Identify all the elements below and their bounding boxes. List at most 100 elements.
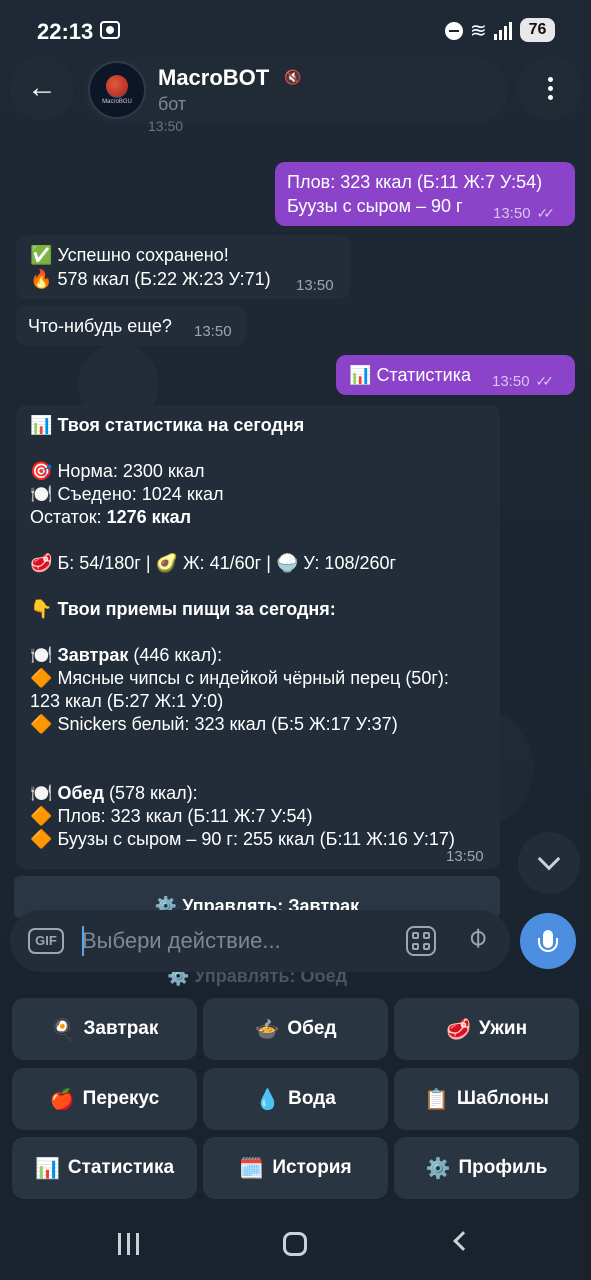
stats-protein: Б: 54/180г [57, 553, 141, 573]
chevron-down-icon [537, 847, 561, 871]
chart-icon: 📊 [349, 365, 372, 385]
lunch-item: Буузы с сыром – 90 г: 255 ккал (Б:11 Ж:1… [57, 829, 455, 849]
message-outgoing[interactable]: 📊 Статистика 13:50 ✓✓ [336, 355, 575, 395]
fire-icon: 🔥 [30, 269, 53, 289]
scroll-down-button[interactable] [518, 832, 580, 894]
recents-icon[interactable] [118, 1233, 140, 1255]
avatar-caption: MacroBGU [102, 99, 132, 105]
stats-norm: Норма: 2300 ккал [57, 461, 205, 481]
calendar-icon: 🗓️ [239, 1157, 265, 1180]
breakfast-item: Snickers белый: 323 ккал (Б:5 Ж:17 У:37) [57, 714, 398, 734]
clipboard-icon: 📋 [424, 1088, 449, 1111]
gif-button[interactable]: GIF [28, 928, 64, 954]
soup-icon: 🍲 [254, 1018, 280, 1041]
meat-icon: 🥩 [30, 553, 53, 573]
stats-eaten: Съедено: 1024 ккал [57, 484, 224, 504]
message-text: 578 ккал (Б:22 Ж:23 У:71) [57, 269, 271, 289]
paperclip-icon[interactable]: ⌀ [459, 919, 494, 954]
wifi-icon: ≋ [470, 20, 487, 42]
more-vertical-icon [547, 76, 553, 82]
message-time: 13:50 ✓✓ [493, 205, 556, 222]
breakfast-name: Завтрак [57, 645, 129, 665]
avocado-icon: 🥑 [155, 553, 178, 573]
pointing-down-icon: 👇 [30, 599, 53, 619]
check-mark-icon: ✅ [30, 245, 53, 265]
frying-pan-icon: 🍳 [50, 1018, 76, 1041]
plate-icon: 🍽️ [30, 484, 53, 504]
stats-rest-label: Остаток: [30, 507, 107, 527]
apple-icon: 🍎 [49, 1088, 75, 1111]
message-text: Плов: 323 ккал (Б:11 Ж:7 У:54) [287, 172, 543, 192]
back-button[interactable]: ← [10, 56, 74, 120]
lunch-kcal: (578 ккал): [104, 783, 198, 803]
breakfast-kcal: (446 ккал): [128, 645, 223, 665]
reply-button-profile[interactable]: ⚙️ Профиль [394, 1137, 579, 1199]
stats-fat: Ж: 41/60г [183, 553, 262, 573]
stats-title: Твоя статистика на сегодня [57, 415, 305, 435]
target-icon: 🎯 [30, 461, 53, 481]
message-text: Успешно сохранено! [57, 245, 229, 265]
water-drop-icon: 💧 [255, 1088, 281, 1111]
reply-button-dinner[interactable]: 🥩 Ужин [394, 998, 579, 1060]
meals-title: Твои приемы пищи за сегодня: [57, 599, 336, 619]
message-input[interactable] [82, 924, 382, 958]
message-text: Буузы с сыром – 90 г [287, 196, 463, 216]
message-text: Что-нибудь еще? [28, 316, 172, 336]
battery-indicator: 76 [520, 18, 555, 42]
diamond-bullet-icon: 🔶 [30, 806, 53, 826]
reply-button-templates[interactable]: 📋 Шаблоны [394, 1068, 579, 1130]
statistics-message[interactable]: 📊 Твоя статистика на сегодня 🎯 Норма: 23… [16, 405, 500, 869]
keyboard-grid-icon[interactable] [406, 926, 436, 956]
plate-icon: 🍽️ [30, 645, 53, 665]
partial-timestamp: 13:50 [148, 118, 184, 134]
chart-icon: 📊 [30, 415, 53, 435]
diamond-bullet-icon: 🔶 [30, 829, 53, 849]
reply-button-lunch[interactable]: 🍲 Обед [203, 998, 388, 1060]
chat-header[interactable]: MacroBGU MacroBOT 🔇 бот [84, 57, 508, 123]
system-navigation-bar [0, 1210, 591, 1280]
home-icon[interactable] [283, 1232, 307, 1256]
message-time: 13:50 [194, 323, 232, 340]
microphone-button[interactable] [520, 913, 576, 969]
screen-record-icon [100, 21, 120, 39]
status-time: 22:13 [37, 19, 94, 44]
chat-title: MacroBOT [158, 65, 270, 90]
text-cursor [82, 926, 84, 956]
double-check-icon: ✓✓ [536, 205, 556, 221]
signal-icon [494, 22, 512, 40]
more-menu-button[interactable] [518, 56, 582, 120]
diamond-bullet-icon: 🔶 [30, 714, 53, 734]
stats-rest-value: 1276 ккал [106, 507, 192, 527]
status-bar: 22:13 ≋ 76 [0, 0, 591, 60]
message-time: 13:50 ✓✓ [492, 373, 554, 390]
reply-button-water[interactable]: 💧 Вода [203, 1068, 388, 1130]
plate-icon: 🍽️ [30, 783, 53, 803]
message-time: 13:50 [446, 848, 484, 865]
meat-icon: 🥩 [445, 1018, 471, 1041]
stats-carb: У: 108/260г [303, 553, 397, 573]
message-incoming[interactable]: ✅ Успешно сохранено! 🔥 578 ккал (Б:22 Ж:… [16, 235, 350, 299]
chart-icon: 📊 [34, 1157, 60, 1180]
microphone-icon [538, 930, 558, 952]
nav-back-icon[interactable] [453, 1231, 473, 1251]
message-incoming[interactable]: Что-нибудь еще? 13:50 [16, 306, 246, 346]
breakfast-item: Мясные чипсы с индейкой чёрный перец (50… [57, 668, 449, 688]
reply-button-history[interactable]: 🗓️ История [203, 1137, 388, 1199]
reply-button-snack[interactable]: 🍎 Перекус [12, 1068, 197, 1130]
message-outgoing[interactable]: Плов: 323 ккал (Б:11 Ж:7 У:54) Буузы с с… [275, 162, 575, 226]
rice-icon: 🍚 [275, 553, 299, 573]
message-time: 13:50 [296, 277, 334, 294]
message-input-bar: GIF ⌀ [10, 910, 510, 972]
do-not-disturb-icon [445, 22, 463, 40]
avatar[interactable]: MacroBGU [88, 61, 146, 119]
reply-button-breakfast[interactable]: 🍳 Завтрак [12, 998, 197, 1060]
reply-button-statistics[interactable]: 📊 Статистика [12, 1137, 197, 1199]
lunch-item: Плов: 323 ккал (Б:11 Ж:7 У:54) [57, 806, 313, 826]
breakfast-item-detail: 123 ккал (Б:27 Ж:1 У:0) [30, 691, 224, 711]
gear-icon: ⚙️ [425, 1157, 451, 1180]
muted-speaker-icon: 🔇 [284, 69, 302, 85]
back-arrow-icon: ← [27, 71, 57, 104]
message-text: Статистика [376, 365, 471, 385]
lunch-name: Обед [57, 783, 104, 803]
diamond-bullet-icon: 🔶 [30, 668, 53, 688]
